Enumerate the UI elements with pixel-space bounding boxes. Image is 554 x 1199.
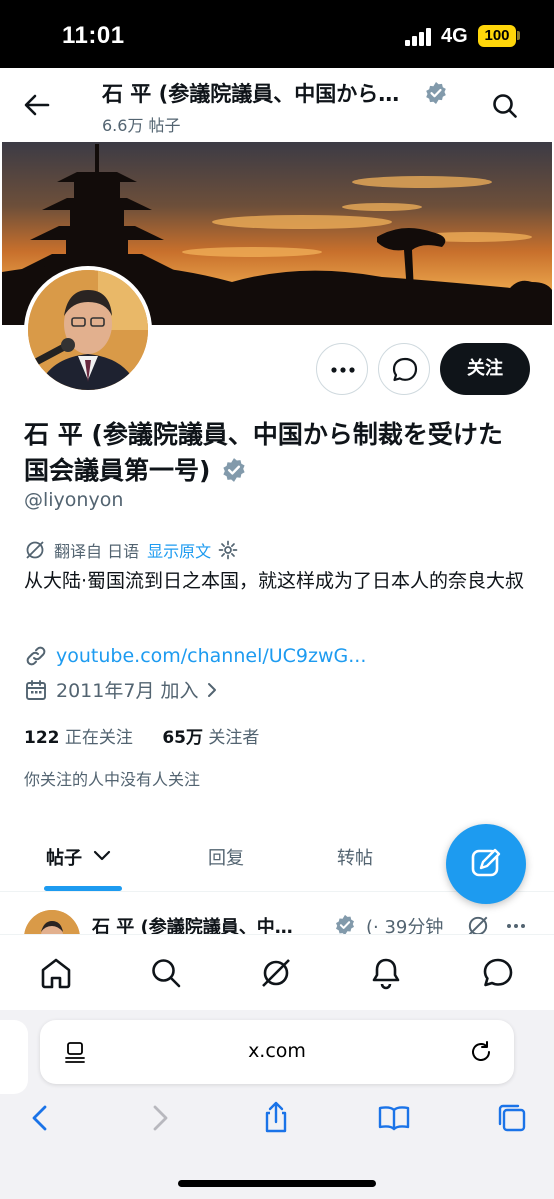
tweet-preview[interactable]: 石 平 (参議院議員、中… (· 39分钟 [0,900,554,934]
post-count: 6.6万 帖子 [102,116,181,135]
browser-chrome: x.com [0,1010,554,1199]
followed-by-note: 你关注的人中没有人关注 [24,770,201,789]
previous-tab-peek[interactable] [0,1020,28,1094]
verified-badge-icon [223,458,245,482]
profile-link-row[interactable]: youtube.com/channel/UC9zwG... [24,644,366,668]
more-horizontal-icon[interactable] [504,914,528,934]
gear-icon[interactable] [217,539,239,561]
tabs-icon[interactable] [494,1100,530,1136]
message-button[interactable] [378,343,430,395]
user-handle: @liyonyon [24,489,124,511]
battery-icon: 100 [478,25,516,47]
joined-date: 2011年7月 加入 [56,680,199,702]
profile-avatar[interactable] [24,266,152,394]
back-icon[interactable] [22,1100,58,1136]
compose-button[interactable] [446,824,526,904]
show-original-link[interactable]: 显示原文 [147,538,211,562]
following-label: 正在关注 [64,728,133,748]
network-label: 4G [441,25,468,47]
link-icon [26,646,46,666]
address-bar[interactable]: x.com [40,1020,514,1084]
url-text: x.com [248,1040,306,1062]
followers-stat[interactable]: 65万 关注者 [162,728,259,748]
home-indicator[interactable] [178,1180,376,1187]
bookmarks-icon[interactable] [376,1100,412,1136]
avatar-image [28,270,148,390]
search-icon [493,94,517,118]
bell-icon[interactable] [368,955,404,991]
search-icon[interactable] [148,955,184,991]
reload-icon[interactable] [468,1039,494,1065]
tweet-avatar[interactable] [24,910,80,934]
tab-posts-label: 帖子 [46,848,82,869]
more-options-button[interactable] [316,343,368,395]
battery-tip [517,31,520,40]
tweet-meta: (· 39分钟 [366,917,444,934]
calendar-icon [26,679,46,700]
tab-replies[interactable]: 回复 [208,844,244,870]
signal-icon [405,28,433,46]
compose-icon [471,848,501,877]
follow-button[interactable]: 关注 [440,343,530,395]
translated-from-label: 翻译自 日语 [54,542,140,561]
joined-row: 2011年7月 加入 [24,676,222,703]
header-title: 石 平 (参議院議員、中国から… [102,82,400,106]
bottom-navigation [0,934,554,1010]
display-name-text: 石 平 (参議院議員、中国から制裁を受けた国会議員第一号) [24,420,503,485]
tweet-avatar-image [24,910,80,934]
arrow-left-icon [24,94,50,116]
forward-icon[interactable] [142,1100,178,1136]
more-horizontal-icon [331,367,355,373]
tab-reposts[interactable]: 转帖 [337,844,373,870]
chevron-right-icon[interactable] [202,680,222,700]
translation-row: 翻译自 日语 显示原文 [24,538,239,562]
tweet-author-name: 石 平 (参議院議員、中… [92,917,293,934]
grok-icon[interactable] [258,955,294,991]
profile-header: 石 平 (参議院議員、中国から… 6.6万 帖子 [0,68,554,142]
profile-link[interactable]: youtube.com/channel/UC9zwG... [56,645,366,667]
display-name: 石 平 (参議院議員、中国から制裁を受けた国会議員第一号) [24,417,524,489]
follow-stats: 122 正在关注 65万 关注者 [24,723,259,748]
profile-bio: 从大陆·蜀国流到日之本国，就这样成为了日本人的奈良大叔 [24,570,525,592]
share-icon[interactable] [258,1100,294,1136]
status-time: 11:01 [62,22,125,49]
verified-badge-icon [426,82,446,104]
followers-label: 关注者 [208,728,260,748]
messages-icon[interactable] [480,955,516,991]
chevron-down-icon [94,850,111,861]
search-button[interactable] [490,91,520,121]
active-tab-indicator [44,886,122,891]
tab-posts[interactable]: 帖子 [46,844,112,870]
status-bar: 11:01 4G 100 [0,0,554,68]
followers-count: 65万 [162,728,203,748]
chat-bubble-icon [392,357,418,382]
verified-badge-icon [336,914,354,934]
back-button[interactable] [22,90,52,120]
following-count: 122 [24,728,60,748]
following-stat[interactable]: 122 正在关注 [24,728,133,748]
grok-icon[interactable] [466,914,490,934]
home-icon[interactable] [38,955,74,991]
grok-icon [26,541,44,559]
